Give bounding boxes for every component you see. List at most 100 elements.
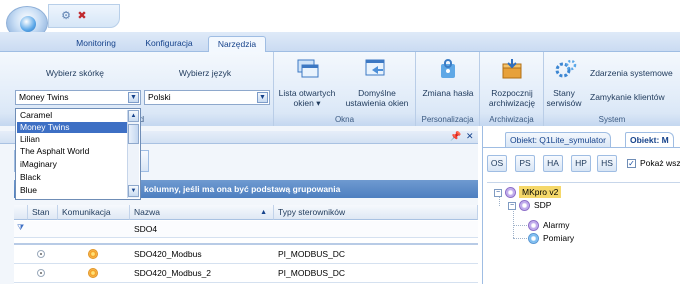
windows-list-icon	[296, 58, 320, 80]
tab-object-m[interactable]: Obiekt: M	[625, 132, 674, 147]
device-driver-type: PI_MODBUS_DC	[278, 249, 346, 259]
tree-node-pomiary[interactable]: Pomiary	[543, 232, 574, 244]
skin-option[interactable]: Black	[17, 172, 127, 183]
collapse-icon[interactable]: −	[508, 202, 516, 210]
device-driver-type: PI_MODBUS_DC	[278, 268, 346, 278]
ribbon-group-caption: Okna	[274, 114, 415, 126]
skin-label: Wybierz skórkę	[45, 68, 105, 78]
row-separator	[14, 282, 478, 283]
system-events-button[interactable]: Zdarzenia systemowe	[590, 68, 680, 78]
tree-node-alarmy[interactable]: Alarmy	[543, 219, 569, 231]
ribbon-group-caption: System	[544, 114, 680, 126]
language-label: Wybierz język	[178, 68, 232, 78]
skin-dropdown-list: Caramel Money Twins Lilian The Asphalt W…	[15, 108, 141, 200]
communication-status-icon	[88, 249, 98, 259]
tree-line	[513, 206, 514, 238]
column-header-typy-sterownikow[interactable]: Typy sterowników	[274, 205, 478, 220]
default-windows-settings-button[interactable]: Domyślne ustawienia okien	[340, 88, 414, 108]
group-by-hint: kolumny, jeśli ma ona być podstawą grupo…	[144, 184, 341, 194]
divider	[487, 182, 680, 183]
table-row[interactable]: SDO420_Modbus PI_MODBUS_DC	[14, 245, 478, 263]
ha-button[interactable]: HA	[543, 155, 563, 172]
key-icon	[436, 58, 460, 80]
tree-line	[513, 225, 527, 226]
filter-nazwa[interactable]: SDO4	[130, 222, 157, 236]
skin-option[interactable]: The Asphalt World	[17, 146, 127, 157]
filter-icon[interactable]: ⧩	[17, 223, 24, 233]
tab-object-q1lite[interactable]: Obiekt: Q1Lite_symulator	[505, 132, 611, 147]
language-select[interactable]: Polski ▼	[144, 90, 270, 105]
tab-narzedzia[interactable]: Narzędzia	[208, 36, 266, 52]
row-separator	[14, 237, 478, 238]
table-row[interactable]: SDO420_Modbus_2 PI_MODBUS_DC	[14, 264, 478, 282]
default-windows-icon	[364, 58, 388, 80]
app-logo-icon	[20, 16, 36, 32]
communication-status-icon	[88, 268, 98, 278]
skin-option-selected[interactable]: Money Twins	[17, 122, 127, 133]
skin-option[interactable]: iMaginary	[17, 159, 127, 170]
tab-divider	[483, 147, 680, 148]
skin-select[interactable]: Money Twins ▼	[15, 90, 141, 105]
devices-grid: Stan Komunikacja Nazwa ▲ Typy sterownikó…	[14, 205, 478, 284]
disconnect-icon[interactable]: ✖	[75, 10, 89, 22]
column-header-nazwa[interactable]: Nazwa ▲	[130, 205, 274, 220]
group-node-icon	[519, 200, 530, 211]
language-select-value: Polski	[148, 92, 171, 102]
archive-icon	[500, 58, 524, 80]
sort-asc-icon: ▲	[260, 209, 267, 216]
column-header-stan[interactable]: Stan	[28, 205, 58, 220]
skin-option[interactable]: Caramel	[17, 110, 127, 121]
device-name: SDO420_Modbus_2	[134, 268, 212, 278]
ps-button[interactable]: PS	[515, 155, 535, 172]
services-icon	[554, 58, 578, 80]
row-state-indicator	[37, 269, 45, 277]
scroll-thumb[interactable]	[128, 124, 139, 144]
quick-access-toolbar: ⚙ ✖	[48, 4, 120, 28]
skin-option[interactable]: Lilian	[17, 134, 127, 145]
ribbon-group-system: Stany serwisów Zdarzenia systemowe Zamyk…	[544, 52, 680, 126]
change-password-button[interactable]: Zmiana hasła	[418, 88, 478, 98]
ribbon-group-caption: Personalizacja	[416, 114, 479, 126]
hp-button[interactable]: HP	[571, 155, 591, 172]
device-node-icon	[505, 187, 516, 198]
tab-monitoring[interactable]: Monitoring	[64, 36, 128, 52]
object-pane: Obiekt: Q1Lite_symulator Obiekt: M OS PS…	[482, 126, 680, 284]
service-states-button[interactable]: Stany serwisów	[546, 88, 582, 108]
tree-line	[513, 238, 527, 239]
tree-node-mkpro[interactable]: MKpro v2	[519, 186, 562, 198]
filter-row: ⧩ SDO4	[14, 221, 478, 237]
skin-select-value: Money Twins	[19, 92, 69, 102]
chevron-down-icon[interactable]: ▼	[128, 92, 139, 103]
device-name: SDO420_Modbus	[134, 249, 202, 259]
collapse-icon[interactable]: −	[494, 189, 502, 197]
chevron-down-icon[interactable]: ▼	[257, 92, 268, 103]
scroll-up-icon[interactable]: ▲	[128, 110, 139, 122]
ribbon-group-personalization: Zmiana hasła Personalizacja	[416, 52, 480, 126]
open-windows-list-button[interactable]: Lista otwartych okien ▾	[276, 88, 338, 108]
alarm-node-icon	[528, 220, 539, 231]
show-all-checkbox[interactable]: ✓	[627, 159, 636, 168]
ribbon-group-caption: Archiwizacja	[480, 114, 543, 126]
column-header-komunikacja[interactable]: Komunikacja	[58, 205, 130, 220]
close-icon[interactable]: ✕	[466, 131, 474, 142]
column-header-nazwa-label: Nazwa	[134, 207, 160, 217]
pin-icon[interactable]: 📌	[450, 131, 461, 142]
tab-konfiguracja[interactable]: Konfiguracja	[134, 36, 204, 52]
scroll-down-icon[interactable]: ▼	[128, 185, 139, 197]
ribbon-group-windows: Lista otwartych okien ▾ Domyślne ustawie…	[274, 52, 416, 126]
ribbon-tabstrip: Monitoring Konfiguracja Narzędzia	[0, 32, 680, 52]
hs-button[interactable]: HS	[597, 155, 617, 172]
os-button[interactable]: OS	[487, 155, 507, 172]
tree-node-sdp[interactable]: SDP	[534, 199, 551, 211]
dropdown-scrollbar[interactable]: ▲ ▼	[127, 110, 139, 198]
close-clients-button[interactable]: Zamykanie klientów	[590, 92, 680, 102]
skin-option[interactable]: Blue	[17, 185, 127, 196]
row-state-indicator	[37, 250, 45, 258]
start-archiving-button[interactable]: Rozpocznij archiwizację	[482, 88, 542, 108]
ribbon-group-archiving: Rozpocznij archiwizację Archiwizacja	[480, 52, 544, 126]
show-all-label: Pokaż wsz	[640, 158, 680, 168]
row-indicator-header	[14, 205, 28, 220]
measurement-node-icon	[528, 233, 539, 244]
users-icon[interactable]: ⚙	[59, 10, 73, 22]
tree-line	[499, 196, 500, 206]
